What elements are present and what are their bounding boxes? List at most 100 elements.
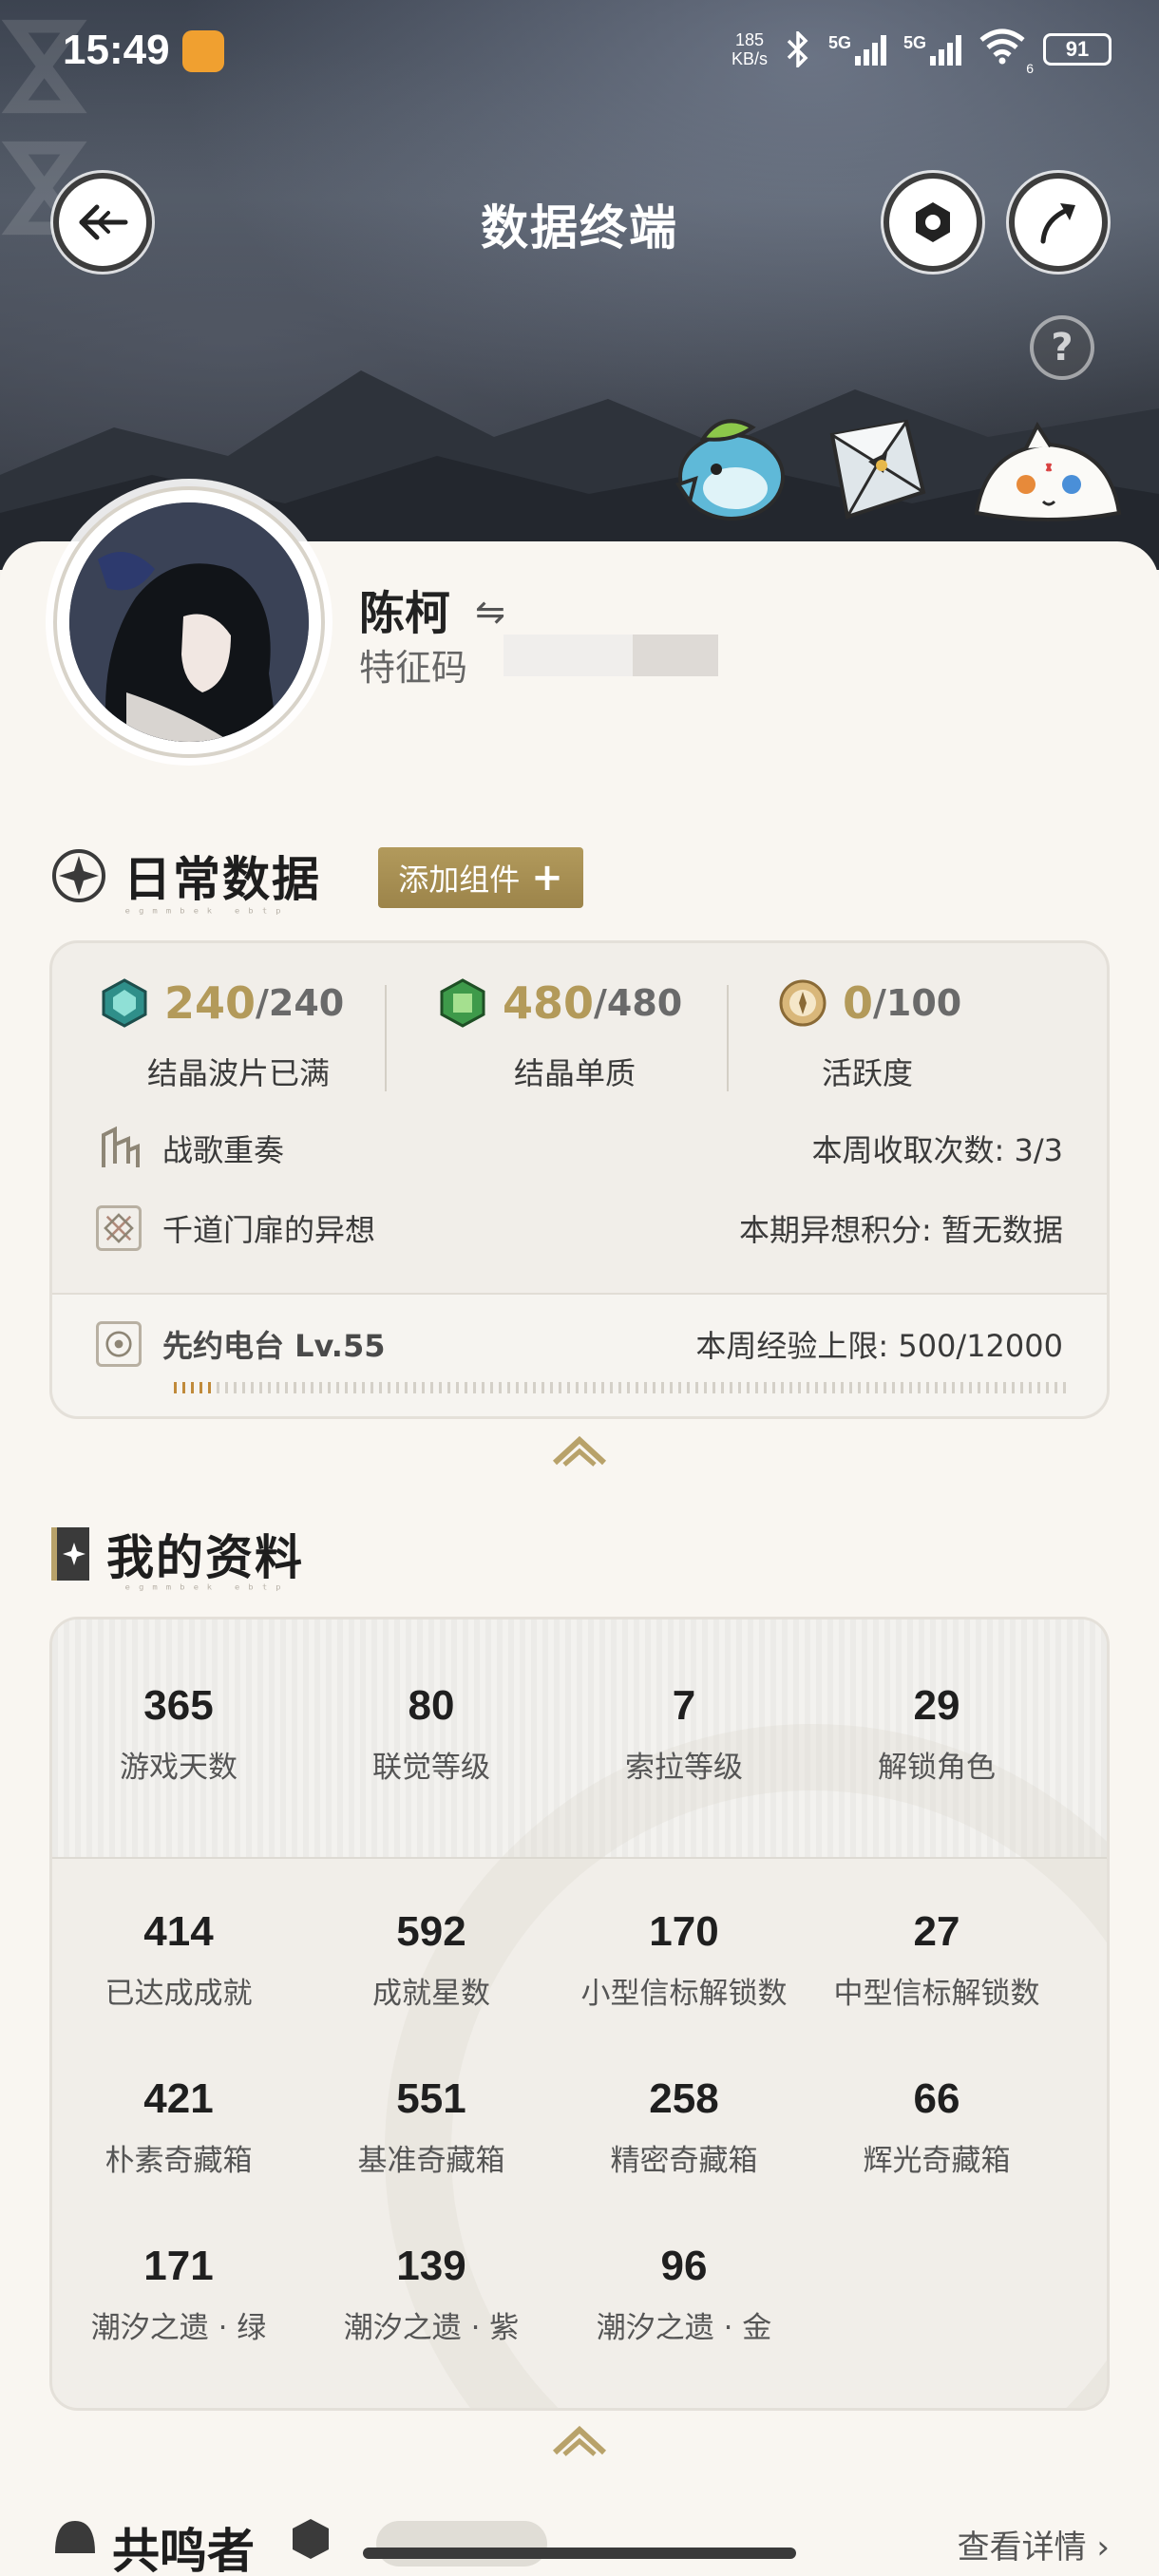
stat-crystal-waveplate: 240 /240 xyxy=(100,977,344,1029)
crystal-solvent-icon xyxy=(440,978,485,1028)
avatar[interactable] xyxy=(53,486,325,758)
stat-cell: 258 精密奇藏箱 xyxy=(558,2075,810,2179)
radio-info: 本周经验上限: 500/12000 xyxy=(695,1328,1063,1364)
battery-icon: 91 xyxy=(1043,33,1112,66)
stat-crystal-solvent: 480 /480 xyxy=(438,977,682,1029)
home-indicator[interactable] xyxy=(363,2548,796,2559)
stat-cell: 27 中型信标解锁数 xyxy=(810,1908,1063,2012)
stat-label: 索拉等级 xyxy=(625,1751,743,1785)
stat-max: /100 xyxy=(873,982,962,1024)
character-portrait-icon xyxy=(69,502,309,742)
stat-value: 0 xyxy=(843,977,874,1029)
stat-cell: 414 已达成成就 xyxy=(52,1908,305,2012)
radio-progress-bar xyxy=(174,1382,1067,1393)
crystal-cube-mascot-icon[interactable] xyxy=(815,414,939,528)
radio-section[interactable]: 先约电台 Lv.55 本周经验上限: 500/12000 xyxy=(52,1293,1107,1416)
daily-data-header: 日常数据 xyxy=(49,842,321,910)
stat-label: 基准奇藏箱 xyxy=(357,2144,505,2178)
stat-label: 解锁角色 xyxy=(878,1751,996,1785)
stat-label: 活跃度 xyxy=(822,1055,914,1091)
stat-cell: 96 潮汐之遗 · 金 xyxy=(558,2243,810,2346)
feature-code-redacted-2 xyxy=(633,635,718,676)
stat-cell: 171 潮汐之遗 · 绿 xyxy=(52,2243,305,2346)
stat-label: 联觉等级 xyxy=(372,1751,490,1785)
my-profile-title: 我的资料 xyxy=(106,1530,304,1585)
resonators-section-header: 共鸣者 查看详情 › xyxy=(49,2508,1110,2576)
divider xyxy=(385,985,387,1091)
hexagon-icon xyxy=(293,2519,329,2559)
daily-data-icon xyxy=(52,849,105,902)
switch-account-icon[interactable]: ⇋ xyxy=(475,591,505,633)
stat-value: 421 xyxy=(143,2075,214,2122)
page-title: 数据终端 xyxy=(481,200,678,256)
wifi-subscript: 6 xyxy=(1026,61,1034,76)
stat-activity: 0 /100 xyxy=(778,977,961,1029)
wifi-icon xyxy=(979,28,1025,65)
my-profile-subtitle: ᵉᵍᵐᵐᵇᵉᵏ ᵉᵇᵗᵖ xyxy=(124,1582,289,1598)
share-button[interactable] xyxy=(1009,173,1108,272)
stat-cell: 365 游戏天数 xyxy=(52,1682,305,1786)
stat-label: 朴素奇藏箱 xyxy=(104,2144,253,2178)
stat-cell: 139 潮汐之遗 · 紫 xyxy=(305,2243,558,2346)
stat-max: /240 xyxy=(256,982,345,1024)
status-bar: 15:49 185 KB/s 5G 5G 6 91 xyxy=(0,0,1159,104)
stat-label: 结晶波片已满 xyxy=(147,1055,331,1091)
waveplate-icon xyxy=(102,978,147,1028)
stat-label: 已达成成就 xyxy=(104,1977,253,2011)
stat-value: 96 xyxy=(660,2243,708,2289)
battery-level: 91 xyxy=(1065,37,1090,61)
list-item-thousand-gates[interactable]: 千道门扉的异想 本期异想积分: 暂无数据 xyxy=(52,1200,1107,1257)
row-name: 千道门扉的异想 xyxy=(162,1212,376,1248)
daily-data-subtitle: ᵉᵍᵐᵐᵇᵉᵏ ᵉᵇᵗᵖ xyxy=(124,906,289,921)
filter-pill[interactable] xyxy=(376,2521,547,2567)
cell-signal-icon xyxy=(854,33,886,66)
list-item-battle-song[interactable]: 战歌重奏 本周收取次数: 3/3 xyxy=(52,1120,1107,1177)
stat-label: 中型信标解锁数 xyxy=(833,1977,1040,2011)
stat-value: 139 xyxy=(396,2243,466,2289)
row-info: 本期异想积分: 暂无数据 xyxy=(739,1212,1063,1248)
add-widget-button[interactable]: 添加组件 + xyxy=(378,847,583,908)
daily-data-card: 240 /240 结晶波片已满 480 /480 结晶单质 0 /100 活跃度… xyxy=(49,940,1110,1419)
view-details-link[interactable]: 查看详情 › xyxy=(958,2521,1110,2567)
stat-label: 成就星数 xyxy=(372,1977,490,2011)
collapse-chevron-icon[interactable] xyxy=(549,1432,610,1467)
help-button[interactable]: ? xyxy=(1030,315,1094,380)
stat-label: 辉光奇藏箱 xyxy=(863,2144,1011,2178)
settings-button[interactable] xyxy=(884,173,982,272)
hexagon-settings-icon xyxy=(916,202,950,242)
stat-label: 小型信标解锁数 xyxy=(580,1977,788,2011)
radio-progress-fill xyxy=(174,1382,212,1393)
stat-value: 551 xyxy=(396,2075,466,2122)
stat-cell: 80 联觉等级 xyxy=(305,1682,558,1786)
stat-cell: 592 成就星数 xyxy=(305,1908,558,2012)
thousand-gates-icon xyxy=(96,1205,142,1251)
battle-song-icon xyxy=(102,1126,140,1167)
white-cat-mascot-icon[interactable] xyxy=(967,422,1129,528)
stat-value: 66 xyxy=(913,2075,960,2122)
stat-value: 171 xyxy=(143,2243,214,2289)
add-widget-label: 添加组件 xyxy=(398,862,521,898)
bluetooth-icon xyxy=(787,31,808,67)
status-time: 15:49 xyxy=(63,27,170,73)
stat-label: 游戏天数 xyxy=(120,1751,238,1785)
blue-bird-mascot-icon[interactable] xyxy=(665,410,788,524)
stat-label: 潮汐之遗 · 绿 xyxy=(90,2311,267,2345)
user-name: 陈柯 xyxy=(359,587,451,640)
stat-value: 365 xyxy=(143,1682,214,1729)
radio-row: 先约电台 Lv.55 本周经验上限: 500/12000 xyxy=(52,1316,1107,1373)
my-profile-header: 我的资料 xyxy=(49,1520,304,1588)
stat-label: 结晶单质 xyxy=(513,1055,636,1091)
resonators-title: 共鸣者 xyxy=(112,2524,255,2576)
daily-data-title: 日常数据 xyxy=(124,852,321,907)
status-indicators: 185 KB/s 5G 5G 6 91 xyxy=(731,28,1112,76)
app-notification-icon xyxy=(182,30,224,72)
stat-cell: 421 朴素奇藏箱 xyxy=(52,2075,305,2179)
stat-cell: 66 辉光奇藏箱 xyxy=(810,2075,1063,2179)
network-speed-unit: KB/s xyxy=(731,49,768,68)
collapse-chevron-icon-2[interactable] xyxy=(549,2422,610,2456)
my-profile-card: 365 游戏天数 80 联觉等级 7 索拉等级 29 解锁角色 414 已达成成… xyxy=(49,1617,1110,2411)
stat-cell: 170 小型信标解锁数 xyxy=(558,1908,810,2012)
stat-value: 240 xyxy=(164,977,256,1029)
stat-value: 414 xyxy=(143,1908,214,1955)
stat-cell: 29 解锁角色 xyxy=(810,1682,1063,1786)
